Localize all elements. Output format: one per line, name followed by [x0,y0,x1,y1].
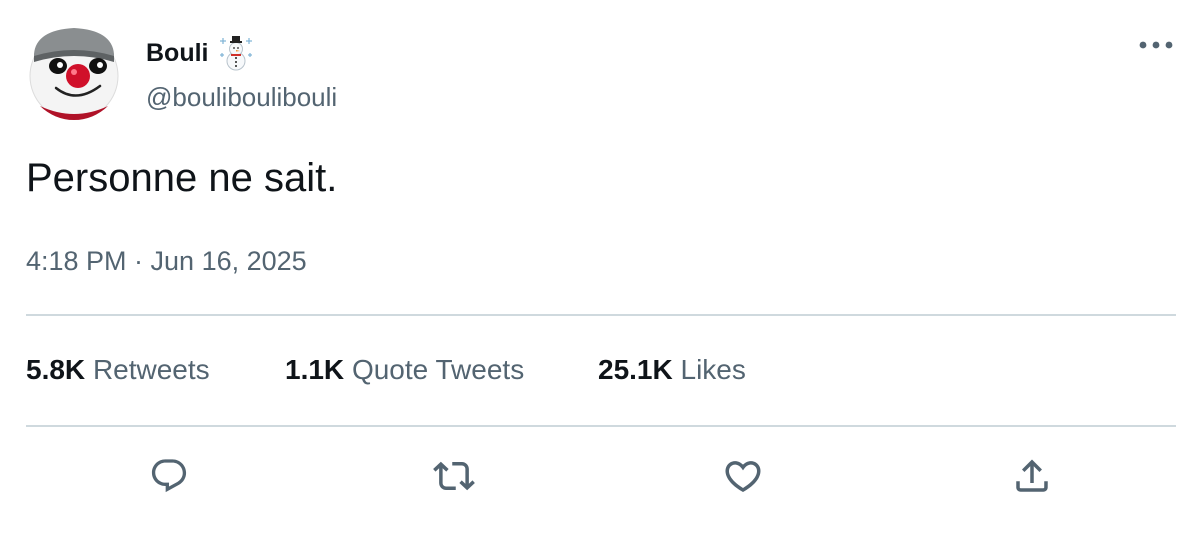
divider-top [26,314,1176,316]
display-name[interactable]: Bouli [146,39,209,68]
reply-icon [151,459,187,493]
avatar[interactable] [26,24,122,120]
author-handle[interactable]: @bouliboulibouli [146,82,337,113]
divider-bottom [26,425,1176,427]
likes-stat[interactable]: 25.1K Likes [598,354,746,386]
heart-icon [725,461,761,493]
snowman-emoji-icon [219,35,253,71]
retweet-button[interactable] [432,454,476,498]
tweet-detail: Bouli @bouliboulibouli Personne ne sait.… [0,0,1200,548]
more-options-button[interactable] [1136,30,1176,60]
likes-count: 25.1K [598,354,673,385]
retweets-label: Retweets [92,354,210,385]
tweet-text: Personne ne sait. [26,156,338,200]
quote-tweets-stat[interactable]: 1.1K Quote Tweets [285,354,524,386]
share-icon [1016,459,1048,492]
more-dots-icon [1139,41,1173,49]
likes-label: Likes [680,354,746,385]
tweet-timestamp[interactable]: 4:18 PM · Jun 16, 2025 [26,246,307,277]
reply-button[interactable] [147,454,191,498]
author-name-row[interactable]: Bouli [146,34,253,72]
retweets-count: 5.8K [26,354,86,385]
quote-tweets-count: 1.1K [285,354,345,385]
retweet-icon [433,461,475,491]
like-button[interactable] [721,454,765,498]
share-button[interactable] [1010,454,1054,498]
quote-tweets-label: Quote Tweets [351,354,525,385]
retweets-stat[interactable]: 5.8K Retweets [26,354,210,386]
